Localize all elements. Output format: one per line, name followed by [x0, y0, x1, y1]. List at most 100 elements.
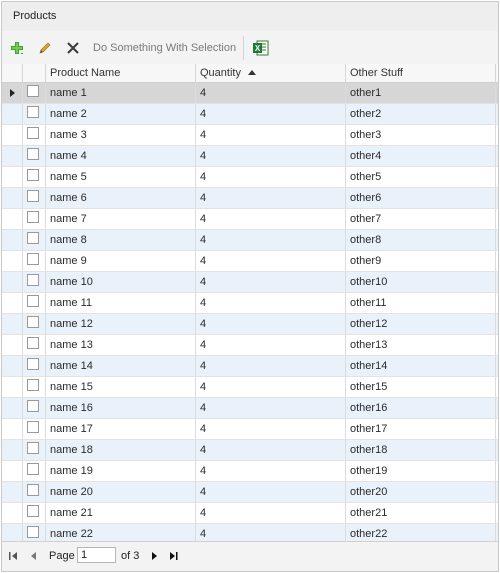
table-row[interactable]: name 6 4 other6 — [2, 188, 498, 209]
row-select-cell[interactable] — [23, 314, 46, 334]
row-checkbox[interactable] — [27, 505, 39, 517]
row-checkbox[interactable] — [27, 463, 39, 475]
table-row[interactable]: name 20 4 other20 — [2, 482, 498, 503]
row-checkbox[interactable] — [27, 106, 39, 118]
table-row[interactable]: name 8 4 other8 — [2, 230, 498, 251]
row-checkbox[interactable] — [27, 85, 39, 97]
cell-quantity[interactable]: 4 — [196, 251, 346, 271]
cell-product-name[interactable]: name 4 — [46, 146, 196, 166]
row-checkbox[interactable] — [27, 169, 39, 181]
cell-quantity[interactable]: 4 — [196, 314, 346, 334]
row-checkbox[interactable] — [27, 274, 39, 286]
row-select-cell[interactable] — [23, 104, 46, 124]
table-row[interactable]: name 18 4 other18 — [2, 440, 498, 461]
row-select-cell[interactable] — [23, 377, 46, 397]
edit-button[interactable] — [34, 37, 56, 59]
cell-product-name[interactable]: name 9 — [46, 251, 196, 271]
cell-product-name[interactable]: name 15 — [46, 377, 196, 397]
cell-product-name[interactable]: name 16 — [46, 398, 196, 418]
cell-other-stuff[interactable]: other11 — [346, 293, 496, 313]
cell-quantity[interactable]: 4 — [196, 503, 346, 523]
cell-other-stuff[interactable]: other6 — [346, 188, 496, 208]
row-checkbox[interactable] — [27, 127, 39, 139]
cell-other-stuff[interactable]: other21 — [346, 503, 496, 523]
row-select-cell[interactable] — [23, 461, 46, 481]
cell-other-stuff[interactable]: other22 — [346, 524, 496, 542]
table-row[interactable]: name 4 4 other4 — [2, 146, 498, 167]
cell-other-stuff[interactable]: other10 — [346, 272, 496, 292]
column-header-product-name[interactable]: Product Name — [46, 64, 196, 82]
cell-other-stuff[interactable]: other16 — [346, 398, 496, 418]
row-checkbox[interactable] — [27, 211, 39, 223]
cell-quantity[interactable]: 4 — [196, 440, 346, 460]
cell-quantity[interactable]: 4 — [196, 461, 346, 481]
cell-product-name[interactable]: name 21 — [46, 503, 196, 523]
cell-quantity[interactable]: 4 — [196, 125, 346, 145]
row-select-cell[interactable] — [23, 335, 46, 355]
row-checkbox[interactable] — [27, 148, 39, 160]
cell-product-name[interactable]: name 14 — [46, 356, 196, 376]
row-select-cell[interactable] — [23, 482, 46, 502]
table-row[interactable]: name 10 4 other10 — [2, 272, 498, 293]
table-row[interactable]: name 19 4 other19 — [2, 461, 498, 482]
row-select-cell[interactable] — [23, 83, 46, 103]
cell-quantity[interactable]: 4 — [196, 377, 346, 397]
column-header-quantity[interactable]: Quantity — [196, 64, 346, 82]
row-select-cell[interactable] — [23, 188, 46, 208]
table-row[interactable]: name 9 4 other9 — [2, 251, 498, 272]
cell-quantity[interactable]: 4 — [196, 272, 346, 292]
row-select-cell[interactable] — [23, 503, 46, 523]
row-select-cell[interactable] — [23, 440, 46, 460]
cell-other-stuff[interactable]: other4 — [346, 146, 496, 166]
row-checkbox[interactable] — [27, 295, 39, 307]
table-row[interactable]: name 5 4 other5 — [2, 167, 498, 188]
page-number-input[interactable] — [77, 547, 116, 563]
table-row[interactable]: name 3 4 other3 — [2, 125, 498, 146]
cell-other-stuff[interactable]: other17 — [346, 419, 496, 439]
cell-product-name[interactable]: name 7 — [46, 209, 196, 229]
cell-product-name[interactable]: name 5 — [46, 167, 196, 187]
cell-other-stuff[interactable]: other12 — [346, 314, 496, 334]
row-checkbox[interactable] — [27, 316, 39, 328]
cell-product-name[interactable]: name 20 — [46, 482, 196, 502]
cell-quantity[interactable]: 4 — [196, 146, 346, 166]
table-row[interactable]: name 16 4 other16 — [2, 398, 498, 419]
cell-other-stuff[interactable]: other14 — [346, 356, 496, 376]
row-checkbox[interactable] — [27, 232, 39, 244]
table-row[interactable]: name 22 4 other22 — [2, 524, 498, 542]
cell-quantity[interactable]: 4 — [196, 104, 346, 124]
cell-quantity[interactable]: 4 — [196, 188, 346, 208]
table-row[interactable]: name 17 4 other17 — [2, 419, 498, 440]
row-select-cell[interactable] — [23, 419, 46, 439]
cell-product-name[interactable]: name 17 — [46, 419, 196, 439]
row-select-cell[interactable] — [23, 251, 46, 271]
cell-other-stuff[interactable]: other19 — [346, 461, 496, 481]
row-checkbox[interactable] — [27, 358, 39, 370]
table-row[interactable]: name 13 4 other13 — [2, 335, 498, 356]
cell-product-name[interactable]: name 19 — [46, 461, 196, 481]
cell-other-stuff[interactable]: other9 — [346, 251, 496, 271]
row-select-cell[interactable] — [23, 272, 46, 292]
row-select-cell[interactable] — [23, 125, 46, 145]
cell-product-name[interactable]: name 8 — [46, 230, 196, 250]
do-something-button[interactable]: Do Something With Selection — [93, 42, 236, 54]
last-page-icon[interactable] — [168, 550, 180, 562]
table-row[interactable]: name 15 4 other15 — [2, 377, 498, 398]
row-select-cell[interactable] — [23, 524, 46, 542]
table-row[interactable]: name 21 4 other21 — [2, 503, 498, 524]
cell-other-stuff[interactable]: other8 — [346, 230, 496, 250]
row-checkbox[interactable] — [27, 337, 39, 349]
row-checkbox[interactable] — [27, 379, 39, 391]
cell-quantity[interactable]: 4 — [196, 293, 346, 313]
cell-product-name[interactable]: name 6 — [46, 188, 196, 208]
cell-other-stuff[interactable]: other1 — [346, 83, 496, 103]
cell-quantity[interactable]: 4 — [196, 335, 346, 355]
cell-product-name[interactable]: name 18 — [46, 440, 196, 460]
first-page-icon[interactable] — [8, 550, 20, 562]
row-checkbox[interactable] — [27, 190, 39, 202]
cell-other-stuff[interactable]: other18 — [346, 440, 496, 460]
cell-quantity[interactable]: 4 — [196, 209, 346, 229]
cell-quantity[interactable]: 4 — [196, 482, 346, 502]
cell-product-name[interactable]: name 13 — [46, 335, 196, 355]
cell-product-name[interactable]: name 2 — [46, 104, 196, 124]
